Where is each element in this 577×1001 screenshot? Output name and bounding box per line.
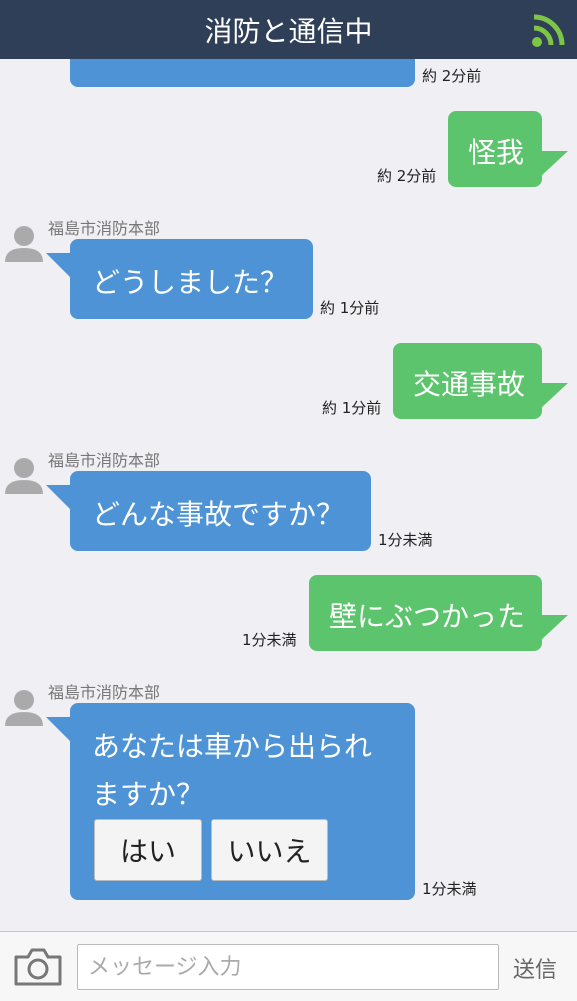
send-button[interactable]: 送信	[513, 952, 557, 984]
sender-name: 福島市消防本部	[48, 683, 161, 702]
header-bar: 消防と通信中	[0, 0, 577, 59]
message-text: 交通事故	[413, 368, 526, 401]
message-text: 怪我	[468, 136, 525, 169]
message-timestamp: 1分未満	[422, 880, 477, 898]
camera-icon[interactable]	[13, 947, 63, 987]
message-timestamp: 約 2分前	[377, 167, 437, 185]
message-input[interactable]	[77, 944, 499, 990]
message-text-line1: あなたは車から出られ	[92, 730, 373, 763]
composer-bar: 送信	[0, 931, 577, 1001]
message-timestamp: 約 1分前	[320, 299, 380, 317]
message-bubble-received	[70, 59, 415, 87]
message-bubble-sent: 交通事故	[393, 343, 568, 419]
reply-yes-button[interactable]: はい	[94, 819, 202, 881]
sender-name: 福島市消防本部	[48, 219, 161, 238]
reply-no-button[interactable]: いいえ	[211, 819, 328, 881]
message-timestamp: 約 1分前	[322, 399, 382, 417]
message-bubble-received: どんな事故ですか？	[46, 471, 371, 551]
message-bubble-sent: 怪我	[448, 111, 568, 187]
message-bubble-sent: 壁にぶつかった	[309, 575, 568, 651]
message-bubble-received: どうしました？	[46, 239, 313, 319]
chat-area[interactable]: 約 2分前 怪我 約 2分前 福島市消防本部 どうしました？ 約 1分前 交通事…	[0, 59, 577, 931]
page-title: 消防と通信中	[204, 14, 373, 48]
user-avatar-icon	[5, 226, 43, 262]
message-bubble-received: あなたは車から出られ ますか？ はい いいえ	[46, 703, 415, 900]
message-text: 壁にぶつかった	[329, 600, 526, 633]
message-timestamp: 1分未満	[378, 531, 433, 549]
message-timestamp: 1分未満	[242, 631, 297, 649]
message-text: どうしました？	[92, 266, 289, 299]
user-avatar-icon	[5, 458, 43, 494]
sender-name: 福島市消防本部	[48, 451, 161, 470]
message-timestamp: 約 2分前	[422, 67, 482, 85]
wifi-signal-icon	[532, 14, 565, 47]
message-text-line2: ますか？	[92, 778, 205, 811]
message-text: どんな事故ですか？	[92, 498, 345, 531]
user-avatar-icon	[5, 690, 43, 726]
